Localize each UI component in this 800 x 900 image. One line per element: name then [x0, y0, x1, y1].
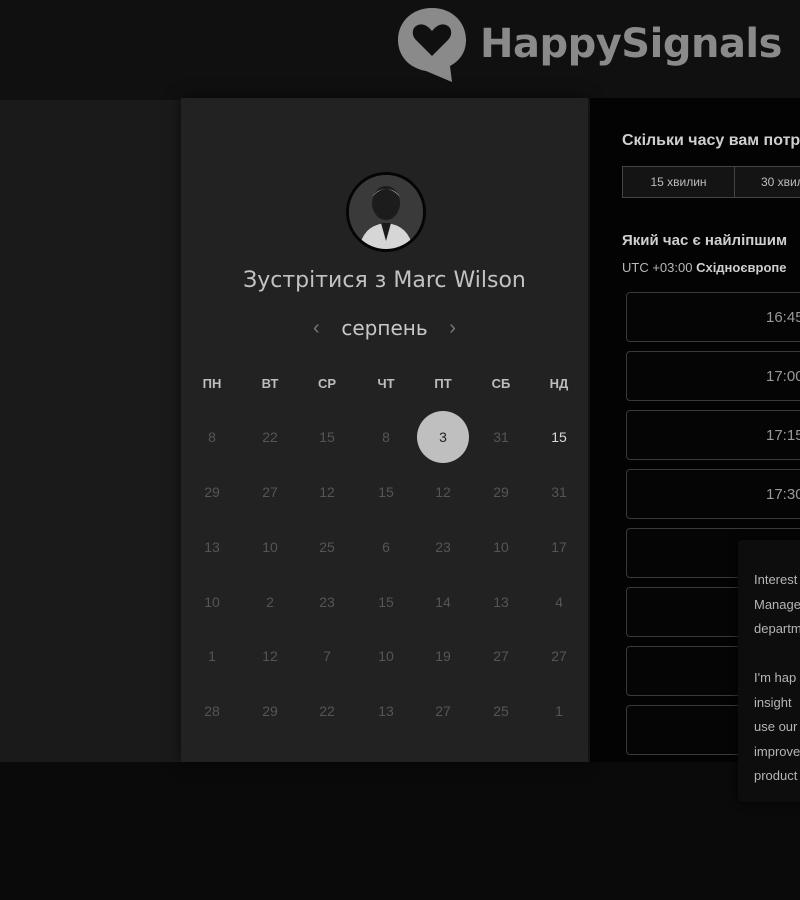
- chat-popup-text: Manage: [754, 597, 800, 612]
- chat-popup-text: use our: [754, 719, 798, 734]
- calendar-day: 19: [435, 648, 451, 664]
- calendar-day: 12: [262, 648, 278, 664]
- calendar-day: 23: [319, 594, 335, 610]
- calendar-day: 29: [262, 703, 278, 719]
- calendar-day: 13: [493, 594, 509, 610]
- calendar-day: 1: [208, 648, 216, 664]
- calendar-day: 13: [378, 703, 394, 719]
- timezone-offset: UTC +03:00: [622, 260, 693, 275]
- time-question: Який час є найліпшим: [622, 232, 788, 249]
- calendar-day-available[interactable]: 15: [533, 411, 585, 463]
- calendar-day: 27: [262, 484, 278, 500]
- calendar-day: 25: [493, 703, 509, 719]
- time-slot-label: 17:15: [766, 427, 800, 444]
- calendar-day: 27: [551, 648, 567, 664]
- logo-text: HappySignals: [480, 21, 782, 67]
- calendar-day: 8: [382, 429, 390, 445]
- chat-popup-text: Interest: [754, 572, 798, 587]
- calendar-day: 12: [435, 484, 451, 500]
- calendar-day: 10: [378, 648, 394, 664]
- calendar-day: 12: [319, 484, 335, 500]
- chat-popup-text: improve: [754, 744, 800, 759]
- calendar-day: 8: [208, 429, 216, 445]
- calendar-day: 31: [551, 484, 567, 500]
- calendar-grid: 8 22 15 8 3 31 15 29 27 12 15 12 29 31 13 10 25 6 23 10 17 10…: [181, 98, 588, 762]
- duration-selector: 15 хвилин 30 хвил: [622, 166, 800, 198]
- calendar-day: 13: [204, 539, 220, 555]
- calendar-day: 1: [555, 703, 563, 719]
- calendar-day: 28: [204, 703, 220, 719]
- calendar-day: 6: [382, 539, 390, 555]
- calendar-day: 31: [493, 429, 509, 445]
- calendar-day: 22: [319, 703, 335, 719]
- chat-popup-text: product: [754, 768, 798, 783]
- chat-popup-text: I'm hap: [754, 670, 797, 685]
- time-slot[interactable]: 17:30: [626, 469, 800, 519]
- calendar-day: 29: [493, 484, 509, 500]
- calendar-day: 17: [551, 539, 567, 555]
- calendar-day: 15: [378, 484, 394, 500]
- calendar-day: 27: [493, 648, 509, 664]
- calendar-day: 22: [262, 429, 278, 445]
- calendar-day-selected[interactable]: 3: [417, 411, 469, 463]
- footer-band: [0, 762, 800, 900]
- calendar-day: 2: [266, 594, 274, 610]
- calendar-day: 25: [319, 539, 335, 555]
- calendar-day: 29: [204, 484, 220, 500]
- timezone-name: Східноєвропе: [696, 260, 787, 275]
- duration-30-button[interactable]: 30 хвил: [735, 166, 800, 198]
- duration-15-button[interactable]: 15 хвилин: [622, 166, 735, 198]
- time-slot-label: 16:45: [766, 309, 800, 326]
- calendar-day: 10: [204, 594, 220, 610]
- chat-popup-text: departm: [754, 621, 800, 636]
- duration-question: Скільки часу вам потр: [622, 132, 800, 149]
- calendar-day: 10: [493, 539, 509, 555]
- calendar-day: 4: [555, 594, 563, 610]
- calendar-day: 15: [378, 594, 394, 610]
- chat-popup[interactable]: Interest Manage departm I'm hap insight use o…: [738, 540, 800, 802]
- time-slot[interactable]: 17:00: [626, 351, 800, 401]
- heart-bubble-icon: [398, 8, 466, 82]
- calendar-day: 27: [435, 703, 451, 719]
- calendar-day: 14: [435, 594, 451, 610]
- time-slot[interactable]: 16:45: [626, 292, 800, 342]
- chat-popup-text: insight: [754, 695, 792, 710]
- time-slot-label: 17:30: [766, 486, 800, 503]
- happysignals-logo: HappySignals: [394, 4, 782, 84]
- calendar-day: 10: [262, 539, 278, 555]
- timezone-label[interactable]: UTC +03:00 Східноєвропе: [622, 260, 787, 275]
- calendar-day: 23: [435, 539, 451, 555]
- time-slot[interactable]: 17:15: [626, 410, 800, 460]
- calendar-day: 15: [319, 429, 335, 445]
- time-slot-label: 17:00: [766, 368, 800, 385]
- scheduler-card: Зустрітися з Marc Wilson ‹ серпень › ПН В…: [181, 98, 588, 762]
- calendar-day: 7: [323, 648, 331, 664]
